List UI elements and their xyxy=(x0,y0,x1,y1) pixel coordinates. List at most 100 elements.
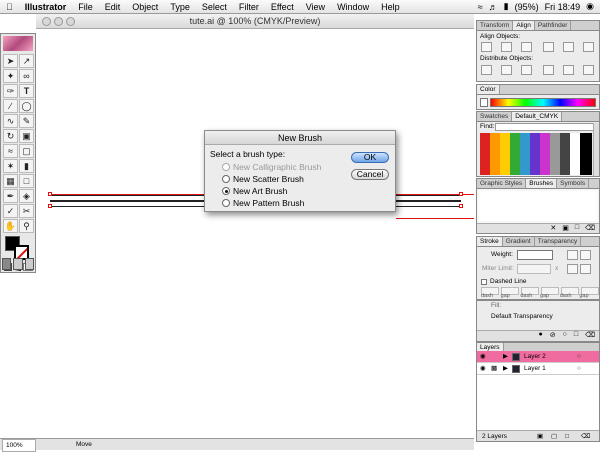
anchor-handle-right-top[interactable] xyxy=(459,192,463,196)
radio-label[interactable]: New Pattern Brush xyxy=(233,198,304,208)
visibility-eye-icon[interactable]: ◉ xyxy=(480,351,486,363)
blend-tool-icon[interactable]: ◈ xyxy=(19,189,34,203)
radio-label[interactable]: New Art Brush xyxy=(233,186,287,196)
distribute-bottom-button[interactable] xyxy=(521,65,532,75)
tab-stroke[interactable]: Stroke xyxy=(477,237,503,246)
radio-art-brush[interactable]: New Art Brush xyxy=(222,186,287,196)
symbol-sprayer-tool-icon[interactable]: ✶ xyxy=(3,159,18,173)
clock[interactable]: Fri 18:49 xyxy=(545,2,581,12)
distribute-vcenter-button[interactable] xyxy=(501,65,512,75)
brush-options-icon[interactable]: ▣ xyxy=(562,224,569,233)
menu-edit[interactable]: Edit xyxy=(99,2,127,12)
full-screen-menu-mode-icon[interactable] xyxy=(13,258,23,270)
pen-tool-icon[interactable]: ✑ xyxy=(3,84,18,98)
menu-file[interactable]: File xyxy=(72,2,99,12)
hand-tool-icon[interactable]: ✋ xyxy=(3,219,18,233)
align-top-button[interactable] xyxy=(543,42,554,52)
menu-type[interactable]: Type xyxy=(164,2,196,12)
swatch-find-input[interactable] xyxy=(495,123,595,131)
align-hcenter-button[interactable] xyxy=(501,42,512,52)
clear-appearance-icon[interactable]: ⊘ xyxy=(550,331,556,341)
anchor-handle-left-top[interactable] xyxy=(48,192,52,196)
dashed-line-checkbox[interactable] xyxy=(481,279,487,285)
ok-button[interactable]: OK xyxy=(351,152,389,163)
magic-wand-tool-icon[interactable]: ✦ xyxy=(3,69,18,83)
battery-icon[interactable]: ▮ xyxy=(504,1,509,12)
artwork-canvas[interactable] xyxy=(36,29,474,438)
duplicate-item-icon[interactable]: □ xyxy=(574,331,578,341)
distribute-left-button[interactable] xyxy=(543,65,554,75)
zoom-tool-icon[interactable]: ⚲ xyxy=(19,219,34,233)
warp-tool-icon[interactable]: ≈ xyxy=(3,144,18,158)
color-spectrum-ramp[interactable] xyxy=(490,98,596,107)
free-transform-tool-icon[interactable]: ▢ xyxy=(19,144,34,158)
mesh-tool-icon[interactable]: ▦ xyxy=(3,174,18,188)
minimize-window-button[interactable] xyxy=(54,17,63,26)
lasso-tool-icon[interactable]: ∞ xyxy=(19,69,34,83)
new-art-basic-icon[interactable]: ● xyxy=(539,331,543,341)
wifi-icon[interactable]: ≈ xyxy=(478,2,483,12)
tab-transform[interactable]: Transform xyxy=(477,21,514,30)
radio-button-selected[interactable] xyxy=(222,187,230,195)
eyedropper-tool-icon[interactable]: ✒ xyxy=(3,189,18,203)
full-screen-mode-icon[interactable] xyxy=(24,258,34,270)
selection-tool-icon[interactable]: ➤ xyxy=(3,54,18,68)
visibility-eye-icon[interactable]: ◉ xyxy=(480,363,486,375)
scale-tool-icon[interactable]: ▣ xyxy=(19,129,34,143)
swatch-grid[interactable] xyxy=(480,133,592,175)
menu-window[interactable]: Window xyxy=(331,2,375,12)
rotate-tool-icon[interactable]: ↻ xyxy=(3,129,18,143)
radio-button[interactable] xyxy=(222,175,230,183)
cap-butt-button[interactable] xyxy=(567,250,578,260)
status-tool[interactable]: Move xyxy=(76,439,92,450)
stroke-weight-field[interactable] xyxy=(517,250,553,260)
spotlight-icon[interactable]: ◉ xyxy=(586,1,594,12)
radio-label[interactable]: New Scatter Brush xyxy=(233,174,304,184)
menu-view[interactable]: View xyxy=(300,2,331,12)
expand-arrow-icon[interactable]: ▶ xyxy=(503,363,508,375)
make-clipping-mask-icon[interactable]: ▣ xyxy=(537,431,543,442)
menu-object[interactable]: Object xyxy=(126,2,164,12)
expand-arrow-icon[interactable]: ▶ xyxy=(503,351,508,363)
menu-select[interactable]: Select xyxy=(196,2,233,12)
tab-pathfinder[interactable]: Pathfinder xyxy=(535,21,572,30)
scissors-tool-icon[interactable]: ✂ xyxy=(19,204,34,218)
delete-brush-icon[interactable]: ⌫ xyxy=(585,224,595,233)
layer-row-layer-1[interactable]: ◉ ▩ ▶ Layer 1 ○ xyxy=(477,363,599,375)
menu-app-name[interactable]: Illustrator xyxy=(19,2,73,12)
document-titlebar[interactable]: tute.ai @ 100% (CMYK/Preview) xyxy=(36,14,474,29)
direct-selection-tool-icon[interactable]: ↗ xyxy=(19,54,34,68)
cancel-button[interactable]: Cancel xyxy=(351,169,389,180)
cap-round-button[interactable] xyxy=(580,250,591,260)
gradient-tool-icon[interactable]: □ xyxy=(19,174,34,188)
line-tool-icon[interactable]: ∕ xyxy=(3,99,18,113)
brushes-list[interactable] xyxy=(479,191,597,221)
new-brush-icon[interactable]: □ xyxy=(575,224,579,233)
type-tool-icon[interactable]: T xyxy=(19,84,34,98)
screen-mode-buttons[interactable] xyxy=(2,258,34,270)
lock-icon[interactable]: ▩ xyxy=(491,363,497,375)
tab-color[interactable]: Color xyxy=(477,85,500,94)
tab-swatches[interactable]: Swatches xyxy=(477,112,513,121)
tab-default-cmyk[interactable]: Default_CMYK xyxy=(512,112,563,121)
radio-scatter-brush[interactable]: New Scatter Brush xyxy=(222,174,304,184)
tab-gradient[interactable]: Gradient xyxy=(503,237,535,246)
layer-name[interactable]: Layer 1 xyxy=(524,363,546,375)
target-circle-icon[interactable]: ○ xyxy=(577,351,581,363)
menu-help[interactable]: Help xyxy=(375,2,406,12)
join-miter-button[interactable] xyxy=(567,264,578,274)
align-left-button[interactable] xyxy=(481,42,492,52)
target-circle-icon[interactable]: ○ xyxy=(577,363,581,375)
apple-logo-icon[interactable]:  xyxy=(0,2,19,12)
delete-layer-icon[interactable]: ⌫ xyxy=(581,431,590,442)
menu-filter[interactable]: Filter xyxy=(233,2,265,12)
swatch-scrollbar[interactable] xyxy=(593,123,599,176)
close-window-button[interactable] xyxy=(42,17,51,26)
layer-row-layer-2[interactable]: ◉ ▶ Layer 2 ○ xyxy=(477,351,599,363)
distribute-hcenter-button[interactable] xyxy=(563,65,574,75)
remove-brush-stroke-icon[interactable]: ✕ xyxy=(550,224,556,233)
tab-brushes[interactable]: Brushes xyxy=(526,179,558,188)
new-layer-icon[interactable]: □ xyxy=(565,431,569,442)
graph-tool-icon[interactable]: ▮ xyxy=(19,159,34,173)
tab-symbols[interactable]: Symbols xyxy=(557,179,590,188)
